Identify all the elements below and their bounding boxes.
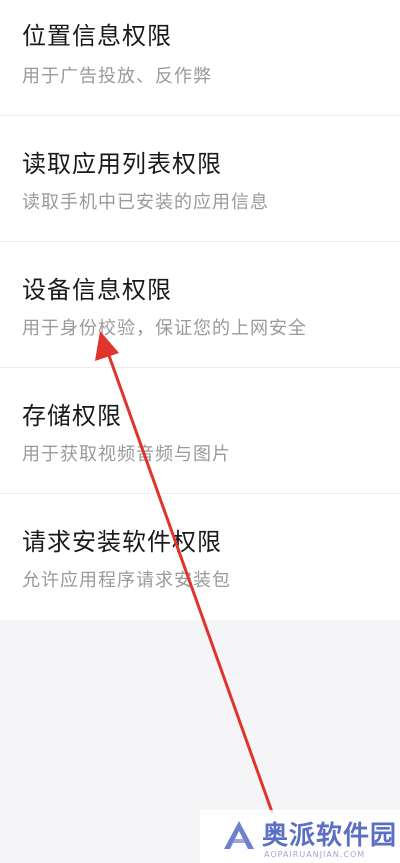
permission-list: 位置信息权限 用于广告投放、反作弊 读取应用列表权限 读取手机中已安装的应用信息… [0, 0, 400, 620]
permission-item-install-packages[interactable]: 请求安装软件权限 允许应用程序请求安装包 [0, 494, 400, 620]
permission-page: 位置信息权限 用于广告投放、反作弊 读取应用列表权限 读取手机中已安装的应用信息… [0, 0, 400, 863]
watermark-name: 奥派软件园 [262, 821, 398, 851]
permission-item-device-info[interactable]: 设备信息权限 用于身份校验，保证您的上网安全 [0, 242, 400, 368]
watermark-domain: AOPAIRUANJIAN.COM [264, 850, 366, 859]
permission-description: 用于广告投放、反作弊 [22, 66, 212, 87]
permission-description: 允许应用程序请求安装包 [22, 570, 231, 591]
permission-title: 读取应用列表权限 [22, 150, 222, 178]
permission-item-storage[interactable]: 存储权限 用于获取视频音频与图片 [0, 368, 400, 494]
watermark-logo-icon [224, 821, 254, 849]
permission-description: 用于身份校验，保证您的上网安全 [22, 318, 307, 339]
permission-item-app-list[interactable]: 读取应用列表权限 读取手机中已安装的应用信息 [0, 116, 400, 242]
permission-description: 用于获取视频音频与图片 [22, 444, 231, 465]
permission-description: 读取手机中已安装的应用信息 [22, 192, 269, 213]
permission-title: 设备信息权限 [22, 276, 172, 304]
permission-title: 位置信息权限 [22, 22, 172, 50]
permission-title: 请求安装软件权限 [22, 528, 222, 556]
watermark: 奥派软件园 AOPAIRUANJIAN.COM [200, 810, 400, 863]
permission-item-location[interactable]: 位置信息权限 用于广告投放、反作弊 [0, 0, 400, 116]
permission-title: 存储权限 [22, 402, 122, 430]
